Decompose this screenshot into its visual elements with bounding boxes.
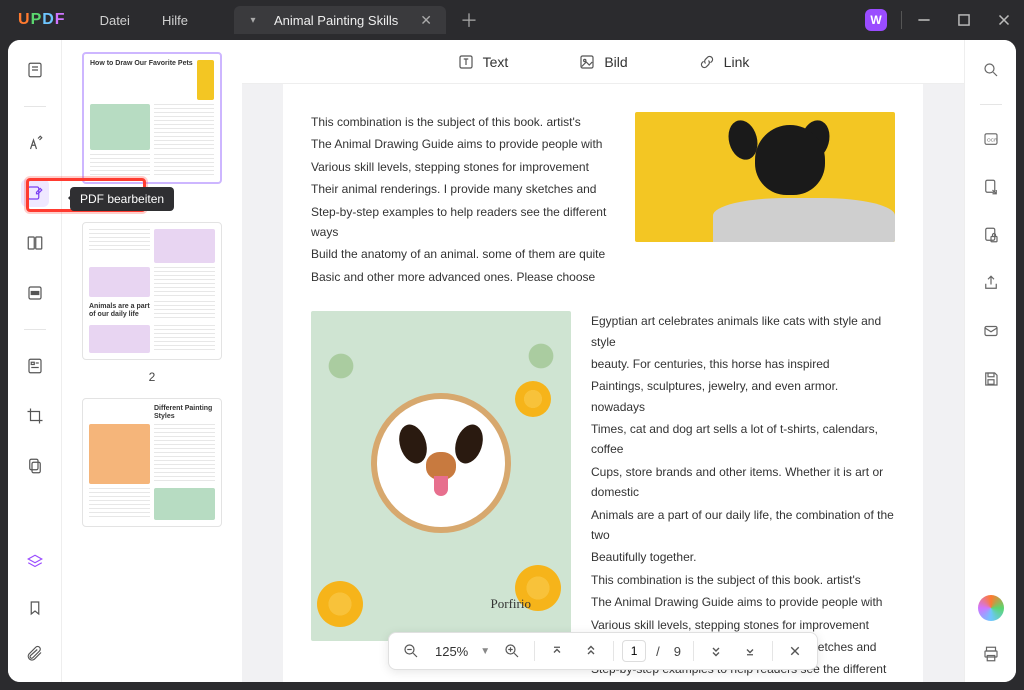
main-view: Text Bild Link This combination is the s… [242, 40, 964, 682]
bookmark-icon[interactable] [21, 594, 49, 622]
edit-text-button[interactable]: Text [457, 53, 509, 71]
layers-icon[interactable] [21, 548, 49, 576]
protect-icon[interactable] [977, 221, 1005, 249]
tab-add-button[interactable]: ＋ [446, 7, 492, 33]
page-sep: / [652, 644, 664, 659]
close-pager-button[interactable] [781, 637, 809, 665]
zoom-value: 125% [431, 644, 472, 659]
email-icon[interactable] [977, 317, 1005, 345]
zoom-in-button[interactable] [498, 637, 526, 665]
watermark-tool[interactable] [21, 452, 49, 480]
save-icon[interactable] [977, 365, 1005, 393]
edit-toolbar: Text Bild Link [242, 40, 964, 84]
convert-icon[interactable] [977, 173, 1005, 201]
text-block-1[interactable]: This combination is the subject of this … [311, 112, 615, 289]
titlebar: UPDF Datei Hilfe ▾ Animal Painting Skill… [0, 0, 1024, 40]
thumbnail-number-2: 2 [149, 370, 156, 384]
menu-help[interactable]: Hilfe [146, 13, 204, 28]
window-maximize-button[interactable] [944, 0, 984, 40]
thumbnail-page-2[interactable]: Animals are a part of our daily life [82, 222, 222, 360]
attachment-icon[interactable] [21, 640, 49, 668]
edit-tooltip: PDF bearbeiten [70, 187, 174, 211]
thumbnail-page-1[interactable]: How to Draw Our Favorite Pets [82, 52, 222, 184]
form-tool[interactable] [21, 352, 49, 380]
page-total: 9 [670, 644, 685, 659]
thumbnail-panel: How to Draw Our Favorite Pets 1 Animals … [62, 40, 242, 682]
crop-tool[interactable] [21, 402, 49, 430]
page-navigator: 125% ▼ / 9 [388, 632, 818, 670]
window-close-button[interactable] [984, 0, 1024, 40]
edit-pdf-tool[interactable] [21, 179, 49, 207]
right-toolbar: OCR [964, 40, 1016, 682]
window-minimize-button[interactable] [904, 0, 944, 40]
organize-tool[interactable] [21, 229, 49, 257]
search-icon[interactable] [977, 56, 1005, 84]
annotate-tool[interactable] [21, 129, 49, 157]
embroidery-image[interactable]: Porfirio [311, 311, 571, 641]
next-page-button[interactable] [702, 637, 730, 665]
workspace: PDF bearbeiten How to Draw Our Favorite … [8, 40, 1016, 682]
app-logo: UPDF [0, 11, 84, 29]
prev-page-button[interactable] [577, 637, 605, 665]
redact-tool[interactable] [21, 279, 49, 307]
left-toolbar [8, 40, 62, 682]
svg-text:OCR: OCR [986, 137, 997, 143]
zoom-dropdown-icon[interactable]: ▼ [478, 646, 492, 657]
print-icon[interactable] [977, 640, 1005, 668]
first-page-button[interactable] [543, 637, 571, 665]
ai-assistant-icon[interactable] [977, 594, 1005, 622]
ocr-icon[interactable]: OCR [977, 125, 1005, 153]
document-page: This combination is the subject of this … [283, 84, 923, 682]
user-badge[interactable]: W [865, 9, 887, 31]
tab-close-icon[interactable]: ✕ [416, 12, 436, 29]
last-page-button[interactable] [736, 637, 764, 665]
tab-dropdown-icon[interactable]: ▾ [244, 15, 262, 26]
share-icon[interactable] [977, 269, 1005, 297]
pug-image[interactable] [635, 112, 895, 242]
tab-title: Animal Painting Skills [274, 13, 398, 28]
zoom-out-button[interactable] [397, 637, 425, 665]
page-viewport[interactable]: This combination is the subject of this … [242, 84, 964, 682]
text-block-2[interactable]: Egyptian art celebrates animals like cat… [591, 311, 895, 682]
document-tab[interactable]: ▾ Animal Painting Skills ✕ [234, 6, 446, 34]
menu-file[interactable]: Datei [84, 13, 146, 28]
edit-link-button[interactable]: Link [698, 53, 750, 71]
page-input[interactable] [622, 640, 646, 662]
edit-image-button[interactable]: Bild [578, 53, 627, 71]
thumbnail-page-3[interactable]: Different Painting Styles [82, 398, 222, 527]
reader-tool[interactable] [21, 56, 49, 84]
